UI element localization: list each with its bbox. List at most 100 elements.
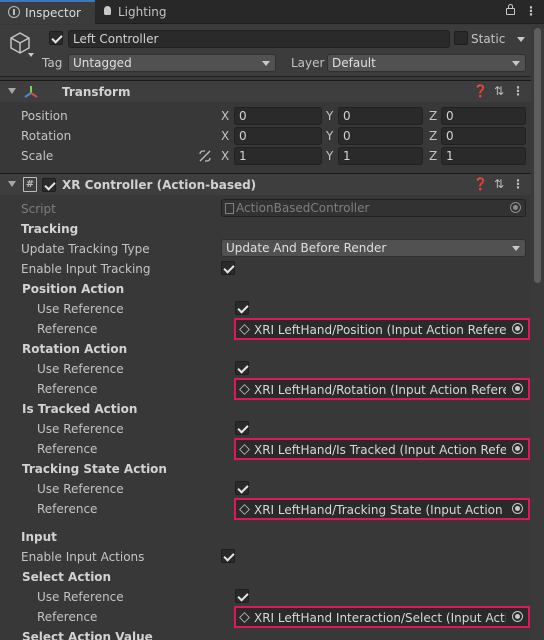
enable-input-tracking-checkbox[interactable] (221, 261, 235, 275)
input-action-icon (239, 504, 250, 515)
update-tracking-type-dropdown[interactable]: Update And Before Render (221, 239, 526, 257)
use-reference-label: Use Reference (37, 422, 124, 436)
tab-menu-icon[interactable]: ⋮ (525, 3, 537, 19)
preset-sliders-icon[interactable]: ⇅ (492, 83, 506, 99)
update-tracking-type-label: Update Tracking Type (21, 242, 150, 256)
tag-dropdown[interactable]: Untagged (68, 54, 276, 72)
position-y-field[interactable]: 0 (338, 107, 423, 125)
rotation-label: Rotation (21, 129, 72, 143)
is-tracked-reference-value: XRI LeftHand/Is Tracked (Input Action Re… (254, 443, 506, 457)
scrollbar-thumb[interactable] (534, 28, 541, 283)
input-action-icon (239, 384, 250, 395)
tab-lighting[interactable]: Lighting (96, 0, 176, 24)
object-picker-icon[interactable] (512, 323, 523, 334)
chevron-down-icon (512, 61, 520, 66)
lock-icon[interactable] (506, 4, 515, 15)
is-tracked-use-reference-checkbox[interactable] (235, 421, 249, 435)
use-reference-label: Use Reference (37, 482, 124, 496)
scale-z-field[interactable]: 1 (441, 147, 526, 165)
select-use-reference-checkbox[interactable] (235, 589, 249, 603)
xr-controller-header[interactable]: # XR Controller (Action-based) ❓ ⇅ ⋮ (0, 173, 544, 195)
position-x-field[interactable]: 0 (234, 107, 322, 125)
rotation-use-reference-checkbox[interactable] (235, 361, 249, 375)
scale-x-field[interactable]: 1 (234, 147, 322, 165)
xr-controller-title: XR Controller (Action-based) (62, 178, 257, 192)
layer-dropdown[interactable]: Default (327, 54, 526, 72)
tab-lighting-label: Lighting (118, 5, 167, 19)
is-tracked-reference-field[interactable]: XRI LeftHand/Is Tracked (Input Action Re… (234, 438, 530, 460)
preset-sliders-icon[interactable]: ⇅ (492, 176, 506, 192)
static-dropdown-arrow-icon[interactable] (517, 37, 525, 42)
is-tracked-action-title: Is Tracked Action (22, 402, 138, 416)
layer-label: Layer (291, 56, 325, 70)
position-reference-field[interactable]: XRI LeftHand/Position (Input Action Refe… (234, 318, 530, 340)
script-field: ActionBasedController (221, 199, 526, 217)
axis-z-label: Z (429, 129, 438, 143)
reference-label: Reference (37, 502, 98, 516)
tracking-state-reference-field[interactable]: XRI LeftHand/Tracking State (Input Actio… (234, 498, 530, 520)
tag-label: Tag (42, 56, 63, 70)
lightbulb-icon (104, 6, 111, 15)
script-value: ActionBasedController (236, 201, 370, 215)
object-picker-icon[interactable] (512, 611, 523, 622)
transform-axis-icon (24, 86, 38, 98)
static-checkbox[interactable] (454, 31, 468, 45)
component-enabled-checkbox[interactable] (42, 178, 56, 192)
axis-z-label: Z (429, 149, 438, 163)
object-picker-icon[interactable] (512, 443, 523, 454)
use-reference-label: Use Reference (37, 302, 124, 316)
rotation-x-field[interactable]: 0 (234, 127, 322, 145)
scale-y-field[interactable]: 1 (338, 147, 423, 165)
tracking-state-use-reference-checkbox[interactable] (235, 481, 249, 495)
transform-position-row: Position X 0 Y 0 Z 0 (0, 107, 530, 127)
object-picker-icon[interactable] (512, 503, 523, 514)
enable-input-actions-checkbox[interactable] (221, 549, 235, 563)
input-header: Input (21, 530, 57, 544)
object-picker-icon[interactable] (512, 383, 523, 394)
help-icon[interactable]: ❓ (473, 83, 488, 99)
rotation-reference-field[interactable]: XRI LeftHand/Rotation (Input Action Refe… (234, 378, 530, 400)
input-action-icon (239, 612, 250, 623)
layer-value: Default (332, 56, 376, 70)
tab-inspector-label: Inspector (25, 6, 81, 20)
use-reference-label: Use Reference (37, 362, 124, 376)
object-name-field[interactable]: Left Controller (68, 30, 450, 48)
position-use-reference-checkbox[interactable] (235, 301, 249, 315)
reference-label: Reference (37, 382, 98, 396)
tracking-state-action-title: Tracking State Action (22, 462, 167, 476)
select-action-title: Select Action (22, 570, 112, 584)
rotation-z-field[interactable]: 0 (441, 127, 526, 145)
position-z-field[interactable]: 0 (441, 107, 526, 125)
tab-inspector[interactable]: Inspector (0, 0, 95, 24)
select-reference-value: XRI LeftHand Interaction/Select (Input A… (254, 611, 506, 625)
position-action-title: Position Action (22, 282, 125, 296)
active-checkbox[interactable] (49, 31, 63, 45)
transform-title: Transform (62, 85, 131, 99)
transform-scale-row: Scale X 1 Y 1 Z 1 (0, 147, 530, 167)
link-broken-icon[interactable] (198, 149, 212, 163)
icon-dropdown-arrow-icon[interactable] (28, 53, 34, 57)
transform-header[interactable]: Transform ❓ ⇅ ⋮ (0, 80, 544, 102)
csharp-script-icon: # (23, 177, 37, 192)
foldout-arrow-icon[interactable] (8, 88, 16, 94)
enable-input-tracking-label: Enable Input Tracking (21, 262, 151, 276)
object-header: Left Controller .static-box::after{displ… (0, 25, 544, 77)
rotation-action-title: Rotation Action (22, 342, 128, 356)
scrollbar[interactable] (531, 24, 544, 640)
reference-label: Reference (37, 442, 98, 456)
input-action-icon (239, 324, 250, 335)
rotation-y-field[interactable]: 0 (338, 127, 423, 145)
static-label: Static (471, 32, 506, 46)
axis-y-label: Y (326, 109, 334, 123)
help-icon[interactable]: ❓ (473, 176, 488, 192)
chevron-down-icon (262, 61, 270, 66)
component-menu-icon[interactable]: ⋮ (511, 83, 525, 99)
tag-value: Untagged (73, 56, 132, 70)
tab-bar: Inspector Lighting ⋮ (0, 0, 544, 24)
select-reference-field[interactable]: XRI LeftHand Interaction/Select (Input A… (234, 606, 530, 628)
use-reference-label: Use Reference (37, 590, 124, 604)
component-menu-icon[interactable]: ⋮ (511, 176, 525, 192)
foldout-arrow-icon[interactable] (8, 181, 16, 187)
tracking-state-reference-value: XRI LeftHand/Tracking State (Input Actio… (254, 503, 506, 517)
axis-z-label: Z (429, 109, 438, 123)
